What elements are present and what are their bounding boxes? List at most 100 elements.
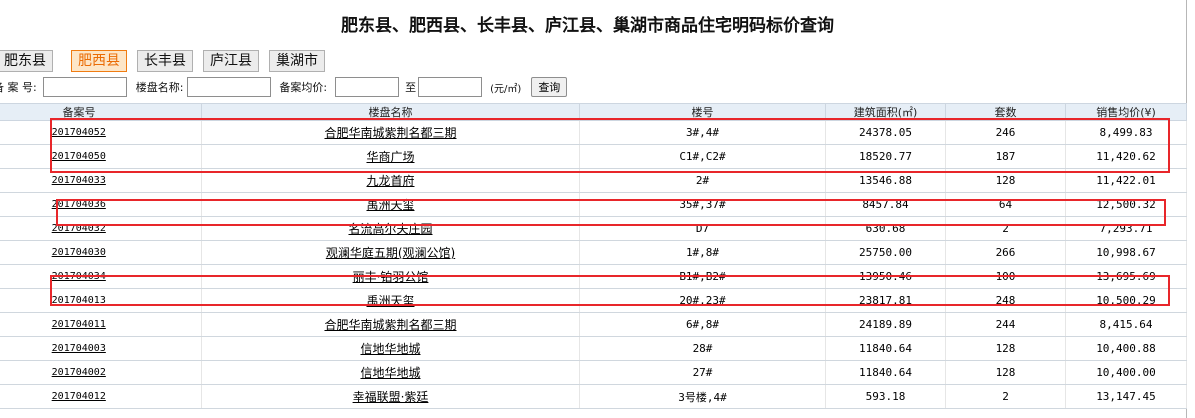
record-no-link[interactable]: 201704050	[52, 151, 106, 162]
area-cell: 24378.05	[825, 120, 946, 145]
avg-price-cell: 10,500.29	[1065, 288, 1187, 313]
building-name-link[interactable]: 九龙首府	[366, 174, 414, 188]
avg-price-cell: 8,499.83	[1065, 120, 1187, 145]
area-cell: 18520.77	[825, 144, 946, 169]
table-row: 201704033 九龙首府 2# 13546.88 128 11,422.01	[0, 168, 1187, 193]
building-name-link[interactable]: 合肥华南城紫荆名都三期	[324, 318, 456, 332]
tab-feidong[interactable]: 肥东县	[0, 50, 53, 72]
avg-price-cell: 11,422.01	[1065, 168, 1187, 193]
building-no-cell: C1#,C2#	[579, 144, 826, 169]
record-no-link[interactable]: 201704034	[52, 271, 106, 282]
building-no-cell: 3#,4#	[579, 120, 826, 145]
price-unit-label: (元/㎡)	[490, 83, 522, 95]
units-cell: 128	[945, 168, 1066, 193]
tab-chaohu[interactable]: 巢湖市	[269, 50, 325, 72]
record-no-link[interactable]: 201704003	[52, 343, 106, 354]
building-name-link[interactable]: 信地华地城	[360, 342, 420, 356]
building-name-link[interactable]: 信地华地城	[360, 366, 420, 380]
avg-price-cell: 8,415.64	[1065, 312, 1187, 337]
area-cell: 8457.84	[825, 192, 946, 217]
units-cell: 2	[945, 216, 1066, 241]
results-table: 备案号 楼盘名称 楼号 建筑面积(㎡) 套数 销售均价(¥) 201704052…	[0, 103, 1187, 409]
query-button[interactable]: 查询	[531, 77, 568, 97]
avg-price-cell: 10,400.88	[1065, 336, 1187, 361]
table-row: 201704002 信地华地城 27# 11840.64 128 10,400.…	[0, 360, 1187, 385]
building-name-link[interactable]: 禹洲天玺	[366, 294, 414, 308]
record-no-link[interactable]: 201704052	[52, 127, 106, 138]
building-name-link[interactable]: 观澜华庭五期(观澜公馆)	[326, 246, 455, 260]
avg-price-cell: 7,293.71	[1065, 216, 1187, 241]
record-no-link[interactable]: 201704030	[52, 247, 106, 258]
price-to-input[interactable]	[418, 77, 483, 97]
table-header: 备案号 楼盘名称 楼号 建筑面积(㎡) 套数 销售均价(¥)	[0, 103, 1187, 121]
price-from-input[interactable]	[335, 77, 400, 97]
county-tabs: 肥东县 肥西县 长丰县 庐江县 巢湖市	[0, 50, 335, 72]
avg-price-cell: 10,400.00	[1065, 360, 1187, 385]
area-cell: 24189.89	[825, 312, 946, 337]
table-row: 201704012 幸福联盟·紫廷 3号楼,4# 593.18 2 13,147…	[0, 384, 1187, 409]
search-form: 备 案 号: 楼盘名称: 备案均价: 至 (元/㎡) 查询	[0, 75, 1186, 99]
record-no-link[interactable]: 201704011	[52, 319, 106, 330]
col-header-building-no: 楼号	[579, 103, 826, 121]
area-cell: 25750.00	[825, 240, 946, 265]
building-no-cell: 2#	[579, 168, 826, 193]
record-no-link[interactable]: 201704036	[52, 199, 106, 210]
avg-price-cell: 13,147.45	[1065, 384, 1187, 409]
col-header-units: 套数	[945, 103, 1066, 121]
building-no-cell: D7	[579, 216, 826, 241]
units-cell: 128	[945, 360, 1066, 385]
building-no-cell: B1#,B2#	[579, 264, 826, 289]
area-cell: 23817.81	[825, 288, 946, 313]
table-body: 201704052 合肥华南城紫荆名都三期 3#,4# 24378.05 246…	[0, 120, 1187, 409]
area-cell: 11840.64	[825, 360, 946, 385]
building-name-link[interactable]: 名流高尔夫庄园	[348, 222, 432, 236]
record-no-label: 备 案 号:	[0, 81, 37, 94]
price-to-label: 至	[405, 81, 417, 94]
avg-price-cell: 11,420.62	[1065, 144, 1187, 169]
area-cell: 11840.64	[825, 336, 946, 361]
table-row: 201704003 信地华地城 28# 11840.64 128 10,400.…	[0, 336, 1187, 361]
table-row: 201704011 合肥华南城紫荆名都三期 6#,8# 24189.89 244…	[0, 312, 1187, 337]
units-cell: 100	[945, 264, 1066, 289]
avg-price-cell: 10,998.67	[1065, 240, 1187, 265]
page-title: 肥东县、肥西县、长丰县、庐江县、巢湖市商品住宅明码标价查询	[341, 16, 834, 36]
building-name-link[interactable]: 丽丰·铂羽公馆	[353, 270, 429, 284]
tab-changfeng[interactable]: 长丰县	[137, 50, 193, 72]
record-no-input[interactable]	[42, 77, 127, 97]
avg-price-label: 备案均价:	[279, 81, 328, 94]
tab-feixi[interactable]: 肥西县	[71, 50, 127, 72]
building-no-cell: 6#,8#	[579, 312, 826, 337]
building-name-link[interactable]: 幸福联盟·紫廷	[353, 390, 429, 404]
area-cell: 13950.46	[825, 264, 946, 289]
record-no-link[interactable]: 201704013	[52, 295, 106, 306]
building-name-link[interactable]: 合肥华南城紫荆名都三期	[324, 126, 456, 140]
tab-lujiang[interactable]: 庐江县	[203, 50, 259, 72]
table-row: 201704013 禹洲天玺 20#,23# 23817.81 248 10,5…	[0, 288, 1187, 313]
table-row: 201704036 禹洲天玺 35#,37# 8457.84 64 12,500…	[0, 192, 1187, 217]
record-no-link[interactable]: 201704032	[52, 223, 106, 234]
units-cell: 128	[945, 336, 1066, 361]
table-row: 201704034 丽丰·铂羽公馆 B1#,B2# 13950.46 100 1…	[0, 264, 1187, 289]
record-no-link[interactable]: 201704033	[52, 175, 106, 186]
units-cell: 64	[945, 192, 1066, 217]
table-row: 201704032 名流高尔夫庄园 D7 630.68 2 7,293.71	[0, 216, 1187, 241]
record-no-link[interactable]: 201704012	[52, 391, 106, 402]
table-row: 201704050 华商广场 C1#,C2# 18520.77 187 11,4…	[0, 144, 1187, 169]
table-header-row: 备案号 楼盘名称 楼号 建筑面积(㎡) 套数 销售均价(¥)	[0, 103, 1187, 121]
area-cell: 630.68	[825, 216, 946, 241]
units-cell: 248	[945, 288, 1066, 313]
page-title-bar: 肥东县、肥西县、长丰县、庐江县、巢湖市商品住宅明码标价查询	[0, 0, 1195, 47]
building-name-link[interactable]: 华商广场	[366, 150, 414, 164]
building-name-link[interactable]: 禹洲天玺	[366, 198, 414, 212]
units-cell: 246	[945, 120, 1066, 145]
area-cell: 593.18	[825, 384, 946, 409]
building-name-input[interactable]	[187, 77, 272, 97]
col-header-building-name: 楼盘名称	[201, 103, 580, 121]
col-header-area: 建筑面积(㎡)	[825, 103, 946, 121]
units-cell: 244	[945, 312, 1066, 337]
table-row: 201704052 合肥华南城紫荆名都三期 3#,4# 24378.05 246…	[0, 120, 1187, 145]
record-no-link[interactable]: 201704002	[52, 367, 106, 378]
building-no-cell: 20#,23#	[579, 288, 826, 313]
avg-price-cell: 12,500.32	[1065, 192, 1187, 217]
building-no-cell: 27#	[579, 360, 826, 385]
